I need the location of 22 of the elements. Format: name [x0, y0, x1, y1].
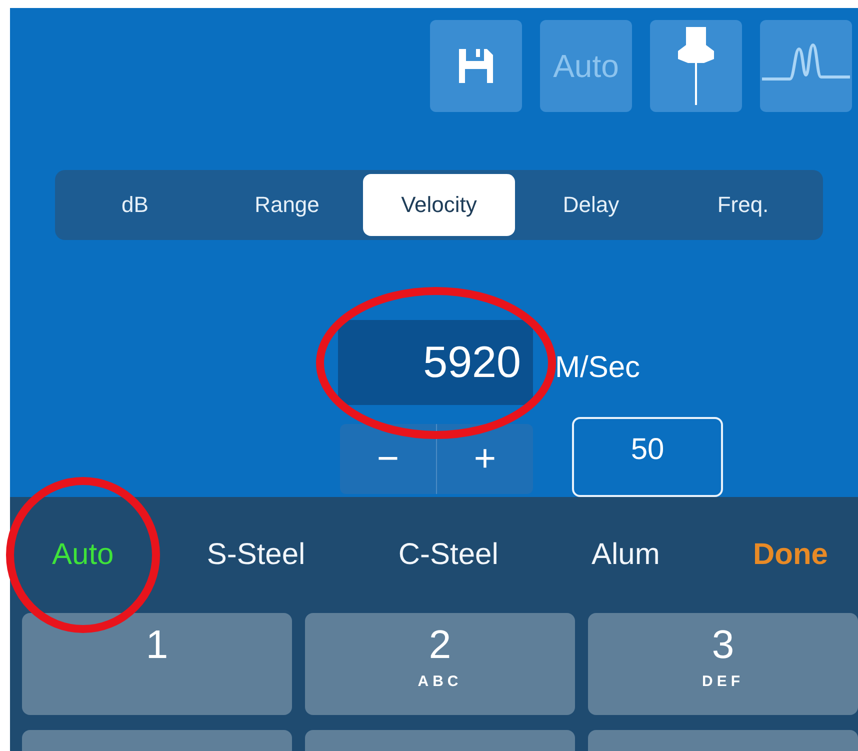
- keypad-key[interactable]: 2 ABC: [305, 613, 575, 715]
- done-button[interactable]: Done: [752, 538, 828, 572]
- material-option[interactable]: S-Steel: [206, 538, 306, 572]
- segment-tab[interactable]: Range: [211, 174, 363, 236]
- value-field[interactable]: 5920: [338, 320, 533, 405]
- unit-label: M/Sec: [555, 351, 640, 385]
- segment-tab[interactable]: dB: [59, 174, 211, 236]
- keypad-key[interactable]: 1: [22, 613, 292, 715]
- keypad-key[interactable]: 3 DEF: [588, 613, 858, 715]
- increment-button[interactable]: +: [436, 424, 533, 494]
- save-button[interactable]: [430, 20, 522, 112]
- segment-tab[interactable]: Freq.: [667, 174, 819, 236]
- segment-tab[interactable]: Velocity: [363, 174, 515, 236]
- pin-button[interactable]: [650, 20, 742, 112]
- material-option[interactable]: Alum: [591, 538, 660, 572]
- step-size-field[interactable]: 50: [572, 417, 723, 497]
- material-option[interactable]: Auto: [52, 538, 114, 572]
- segment-tab[interactable]: Delay: [515, 174, 667, 236]
- save-icon: [456, 46, 496, 86]
- decrement-button[interactable]: −: [340, 424, 436, 494]
- material-option[interactable]: C-Steel: [398, 538, 498, 572]
- waveform-button[interactable]: [760, 20, 852, 112]
